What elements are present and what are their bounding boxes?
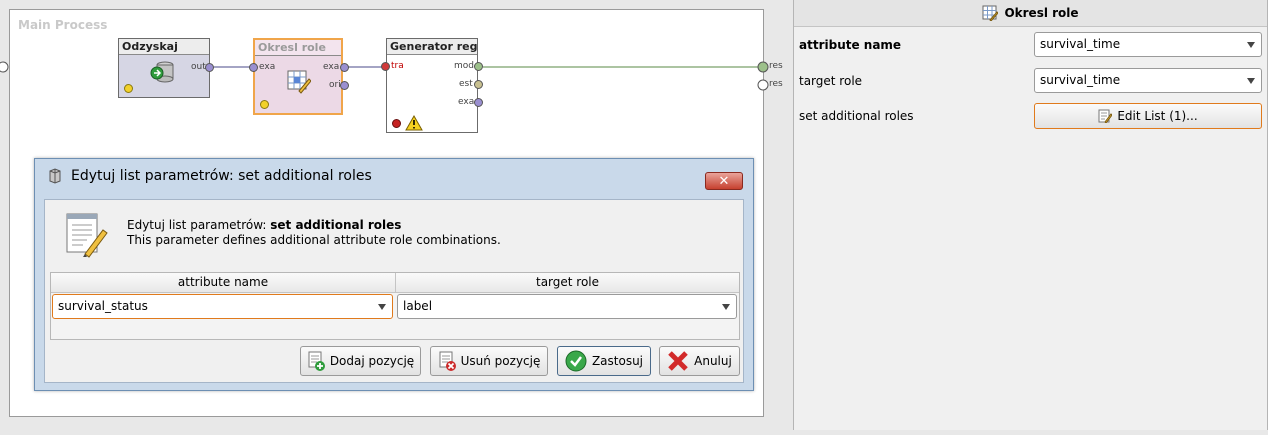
parameter-list-table: attribute name target role survival_stat… [50,272,740,340]
set-role-icon [287,70,311,94]
port-label-out: est [459,79,473,89]
chevron-down-icon [1247,78,1255,84]
parameters-title: Okresl role [1004,6,1079,20]
chevron-down-icon [722,304,730,310]
checkmark-icon [565,350,587,372]
operator-name: Okresl role [255,40,341,56]
apply-label: Zastosuj [591,354,644,368]
operator-name: Generator reg... [387,39,477,55]
add-entry-button[interactable]: Dodaj pozycję [300,346,421,376]
output-port[interactable] [205,63,214,72]
output-port[interactable] [474,80,483,89]
output-port[interactable] [340,63,349,72]
attribute-select[interactable]: survival_status [52,294,393,319]
operator-name: Odzyskaj [119,39,209,55]
target-role-select[interactable]: survival_time [1034,68,1262,93]
status-indicator [124,84,133,93]
operator-odzyskaj[interactable]: Odzyskaj out [118,38,214,98]
edit-list-dialog: Edytuj list parametrów: set additional r… [34,158,754,391]
add-entry-label: Dodaj pozycję [329,354,415,368]
param-row-attribute-name: attribute name survival_time [799,32,1264,58]
param-row-additional-roles: set additional roles Edit List (1)... [799,103,1264,129]
warning-icon [405,115,423,131]
input-port[interactable] [249,63,258,72]
select-value: label [403,299,433,313]
operator-generator-reg[interactable]: Generator reg... tra mod est exa [381,38,483,133]
remove-entry-button[interactable]: Usuń pozycję [430,346,548,376]
select-value: survival_time [1040,37,1121,51]
chevron-down-icon [1247,42,1255,48]
dialog-title: Edytuj list parametrów: set additional r… [71,168,372,184]
edit-list-icon [1098,109,1113,123]
dialog-titlebar[interactable]: Edytuj list parametrów: set additional r… [35,159,753,193]
cancel-button[interactable]: Anuluj [659,346,740,376]
error-indicator [392,119,401,128]
port-label-out: exa [458,97,475,107]
output-port[interactable] [474,98,483,107]
cancel-x-icon [668,351,688,371]
column-header-target-role[interactable]: target role [396,273,739,293]
notepad-pencil-icon [66,213,108,258]
role-select[interactable]: label [397,294,737,319]
operator-okresl-role[interactable]: Okresl role exa exa ori [249,38,349,115]
result-port-label: res [769,79,783,89]
cancel-label: Anuluj [694,354,732,368]
status-indicator [260,100,269,109]
port-label-in: tra [391,61,404,71]
add-entry-icon [308,351,325,371]
parameters-panel: Okresl role attribute name survival_time… [793,0,1268,430]
desc-text: This parameter defines additional attrib… [127,233,501,247]
param-label: attribute name [799,38,902,52]
database-icon [150,61,174,83]
chevron-down-icon [378,304,386,310]
close-button[interactable]: ✕ [705,172,743,190]
close-icon: ✕ [718,173,730,189]
output-port[interactable] [340,81,349,90]
param-label: target role [799,74,863,88]
port-label-out: ori [329,80,341,90]
column-header-attribute-name[interactable]: attribute name [51,273,396,293]
process-title: Main Process [18,18,108,32]
desc-param-name: set additional roles [270,218,402,232]
select-value: survival_time [1040,73,1121,87]
port-label-out: exa [323,62,340,72]
dialog-body: Edytuj list parametrów: set additional r… [44,199,744,383]
remove-entry-icon [439,351,456,371]
app-icon [49,168,61,184]
dialog-description: Edytuj list parametrów: set additional r… [127,218,501,248]
param-row-target-role: target role survival_time [799,68,1264,94]
parameters-header: Okresl role [794,0,1267,27]
port-label-out: out [191,62,206,72]
input-port[interactable] [381,62,390,71]
set-role-icon [982,5,999,21]
output-port[interactable] [474,62,483,71]
param-label: set additional roles [799,109,914,123]
edit-list-label: Edit List (1)... [1117,109,1198,123]
result-port-label: res [769,61,783,71]
port-label-out: mod [454,61,474,71]
attribute-name-select[interactable]: survival_time [1034,32,1262,57]
desc-prefix: Edytuj list parametrów: [127,218,271,232]
port-label-in: exa [259,62,276,72]
select-value: survival_status [58,299,148,313]
edit-list-button[interactable]: Edit List (1)... [1034,103,1262,129]
apply-button[interactable]: Zastosuj [557,346,651,376]
remove-entry-label: Usuń pozycję [460,354,541,368]
